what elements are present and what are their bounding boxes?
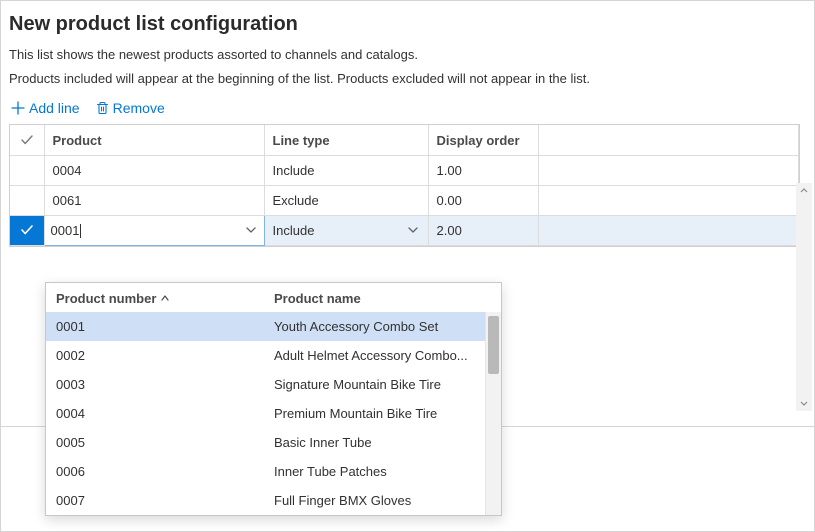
- lookup-item-number: 0007: [56, 493, 274, 508]
- lookup-item-name: Youth Accessory Combo Set: [274, 319, 491, 334]
- lookup-header: Product number Product name: [46, 283, 501, 312]
- lookup-item-number: 0005: [56, 435, 274, 450]
- add-line-button[interactable]: Add line: [11, 100, 80, 116]
- lookup-item[interactable]: 0004Premium Mountain Bike Tire: [46, 399, 501, 428]
- product-cell[interactable]: 0061: [44, 185, 264, 215]
- lookup-item-name: Inner Tube Patches: [274, 464, 491, 479]
- line-type-cell[interactable]: Include: [264, 215, 428, 245]
- chevron-down-icon[interactable]: [406, 223, 420, 237]
- table-row[interactable]: 0004Include1.00: [10, 155, 799, 185]
- column-header-display-order[interactable]: Display order: [428, 125, 538, 155]
- row-selector[interactable]: [10, 185, 44, 215]
- lookup-item[interactable]: 0005Basic Inner Tube: [46, 428, 501, 457]
- lookup-item-number: 0002: [56, 348, 274, 363]
- lookup-item[interactable]: 0001Youth Accessory Combo Set: [46, 312, 501, 341]
- lookup-item-number: 0003: [56, 377, 274, 392]
- checkmark-icon: [18, 133, 36, 147]
- lookup-item[interactable]: 0002Adult Helmet Accessory Combo...: [46, 341, 501, 370]
- description-line-1: This list shows the newest products asso…: [9, 46, 800, 64]
- config-panel: New product list configuration This list…: [0, 0, 815, 532]
- scroll-up-icon[interactable]: [796, 183, 812, 199]
- row-selector[interactable]: [10, 215, 44, 245]
- scrollbar-thumb[interactable]: [488, 316, 499, 374]
- table-row[interactable]: 0061Exclude0.00: [10, 185, 799, 215]
- grid-header-row: Product Line type Display order: [10, 125, 799, 155]
- lookup-item-name: Basic Inner Tube: [274, 435, 491, 450]
- line-type-cell[interactable]: Include: [264, 155, 428, 185]
- row-selector[interactable]: [10, 155, 44, 185]
- lookup-item[interactable]: 0003Signature Mountain Bike Tire: [46, 370, 501, 399]
- display-order-cell[interactable]: 0.00: [428, 185, 538, 215]
- product-cell[interactable]: 0001: [44, 215, 264, 245]
- lookup-item-name: Full Finger BMX Gloves: [274, 493, 491, 508]
- page-title: New product list configuration: [9, 13, 800, 36]
- product-cell[interactable]: 0004: [44, 155, 264, 185]
- blank-cell: [538, 185, 799, 215]
- lookup-item[interactable]: 0007Full Finger BMX Gloves: [46, 486, 501, 515]
- trash-icon: [96, 101, 109, 115]
- lookup-item-name: Premium Mountain Bike Tire: [274, 406, 491, 421]
- lookup-column-name[interactable]: Product name: [274, 291, 491, 306]
- description-line-2: Products included will appear at the beg…: [9, 70, 800, 88]
- lookup-item-name: Adult Helmet Accessory Combo...: [274, 348, 491, 363]
- column-header-line-type[interactable]: Line type: [264, 125, 428, 155]
- lookup-column-number[interactable]: Product number: [56, 291, 274, 306]
- table-row[interactable]: 0001 Include 2.00: [10, 215, 799, 245]
- line-type-value: Include: [273, 223, 315, 238]
- display-order-cell[interactable]: 2.00: [428, 215, 538, 245]
- lookup-item-name: Signature Mountain Bike Tire: [274, 377, 491, 392]
- scroll-down-icon[interactable]: [796, 395, 812, 411]
- line-type-cell[interactable]: Exclude: [264, 185, 428, 215]
- remove-label: Remove: [113, 100, 165, 116]
- lookup-item[interactable]: 0006Inner Tube Patches: [46, 457, 501, 486]
- select-all-header[interactable]: [10, 125, 44, 155]
- add-line-label: Add line: [29, 100, 80, 116]
- grid-scrollbar[interactable]: [796, 183, 812, 411]
- plus-icon: [11, 101, 25, 115]
- checkmark-icon: [18, 223, 36, 237]
- column-header-product[interactable]: Product: [44, 125, 264, 155]
- product-lookup-dropdown: Product number Product name 0001Youth Ac…: [45, 282, 502, 516]
- lookup-item-number: 0006: [56, 464, 274, 479]
- lookup-item-number: 0004: [56, 406, 274, 421]
- product-grid: Product Line type Display order 0004Incl…: [9, 124, 800, 247]
- display-order-cell[interactable]: 1.00: [428, 155, 538, 185]
- blank-cell: [538, 155, 799, 185]
- column-header-blank: [538, 125, 799, 155]
- remove-button[interactable]: Remove: [96, 100, 165, 116]
- lookup-scrollbar[interactable]: [485, 312, 501, 515]
- chevron-down-icon[interactable]: [244, 223, 258, 237]
- sort-asc-icon: [160, 294, 170, 304]
- product-input[interactable]: 0001: [51, 223, 82, 239]
- lookup-item-number: 0001: [56, 319, 274, 334]
- toolbar: Add line Remove: [11, 100, 800, 116]
- blank-cell: [538, 215, 799, 245]
